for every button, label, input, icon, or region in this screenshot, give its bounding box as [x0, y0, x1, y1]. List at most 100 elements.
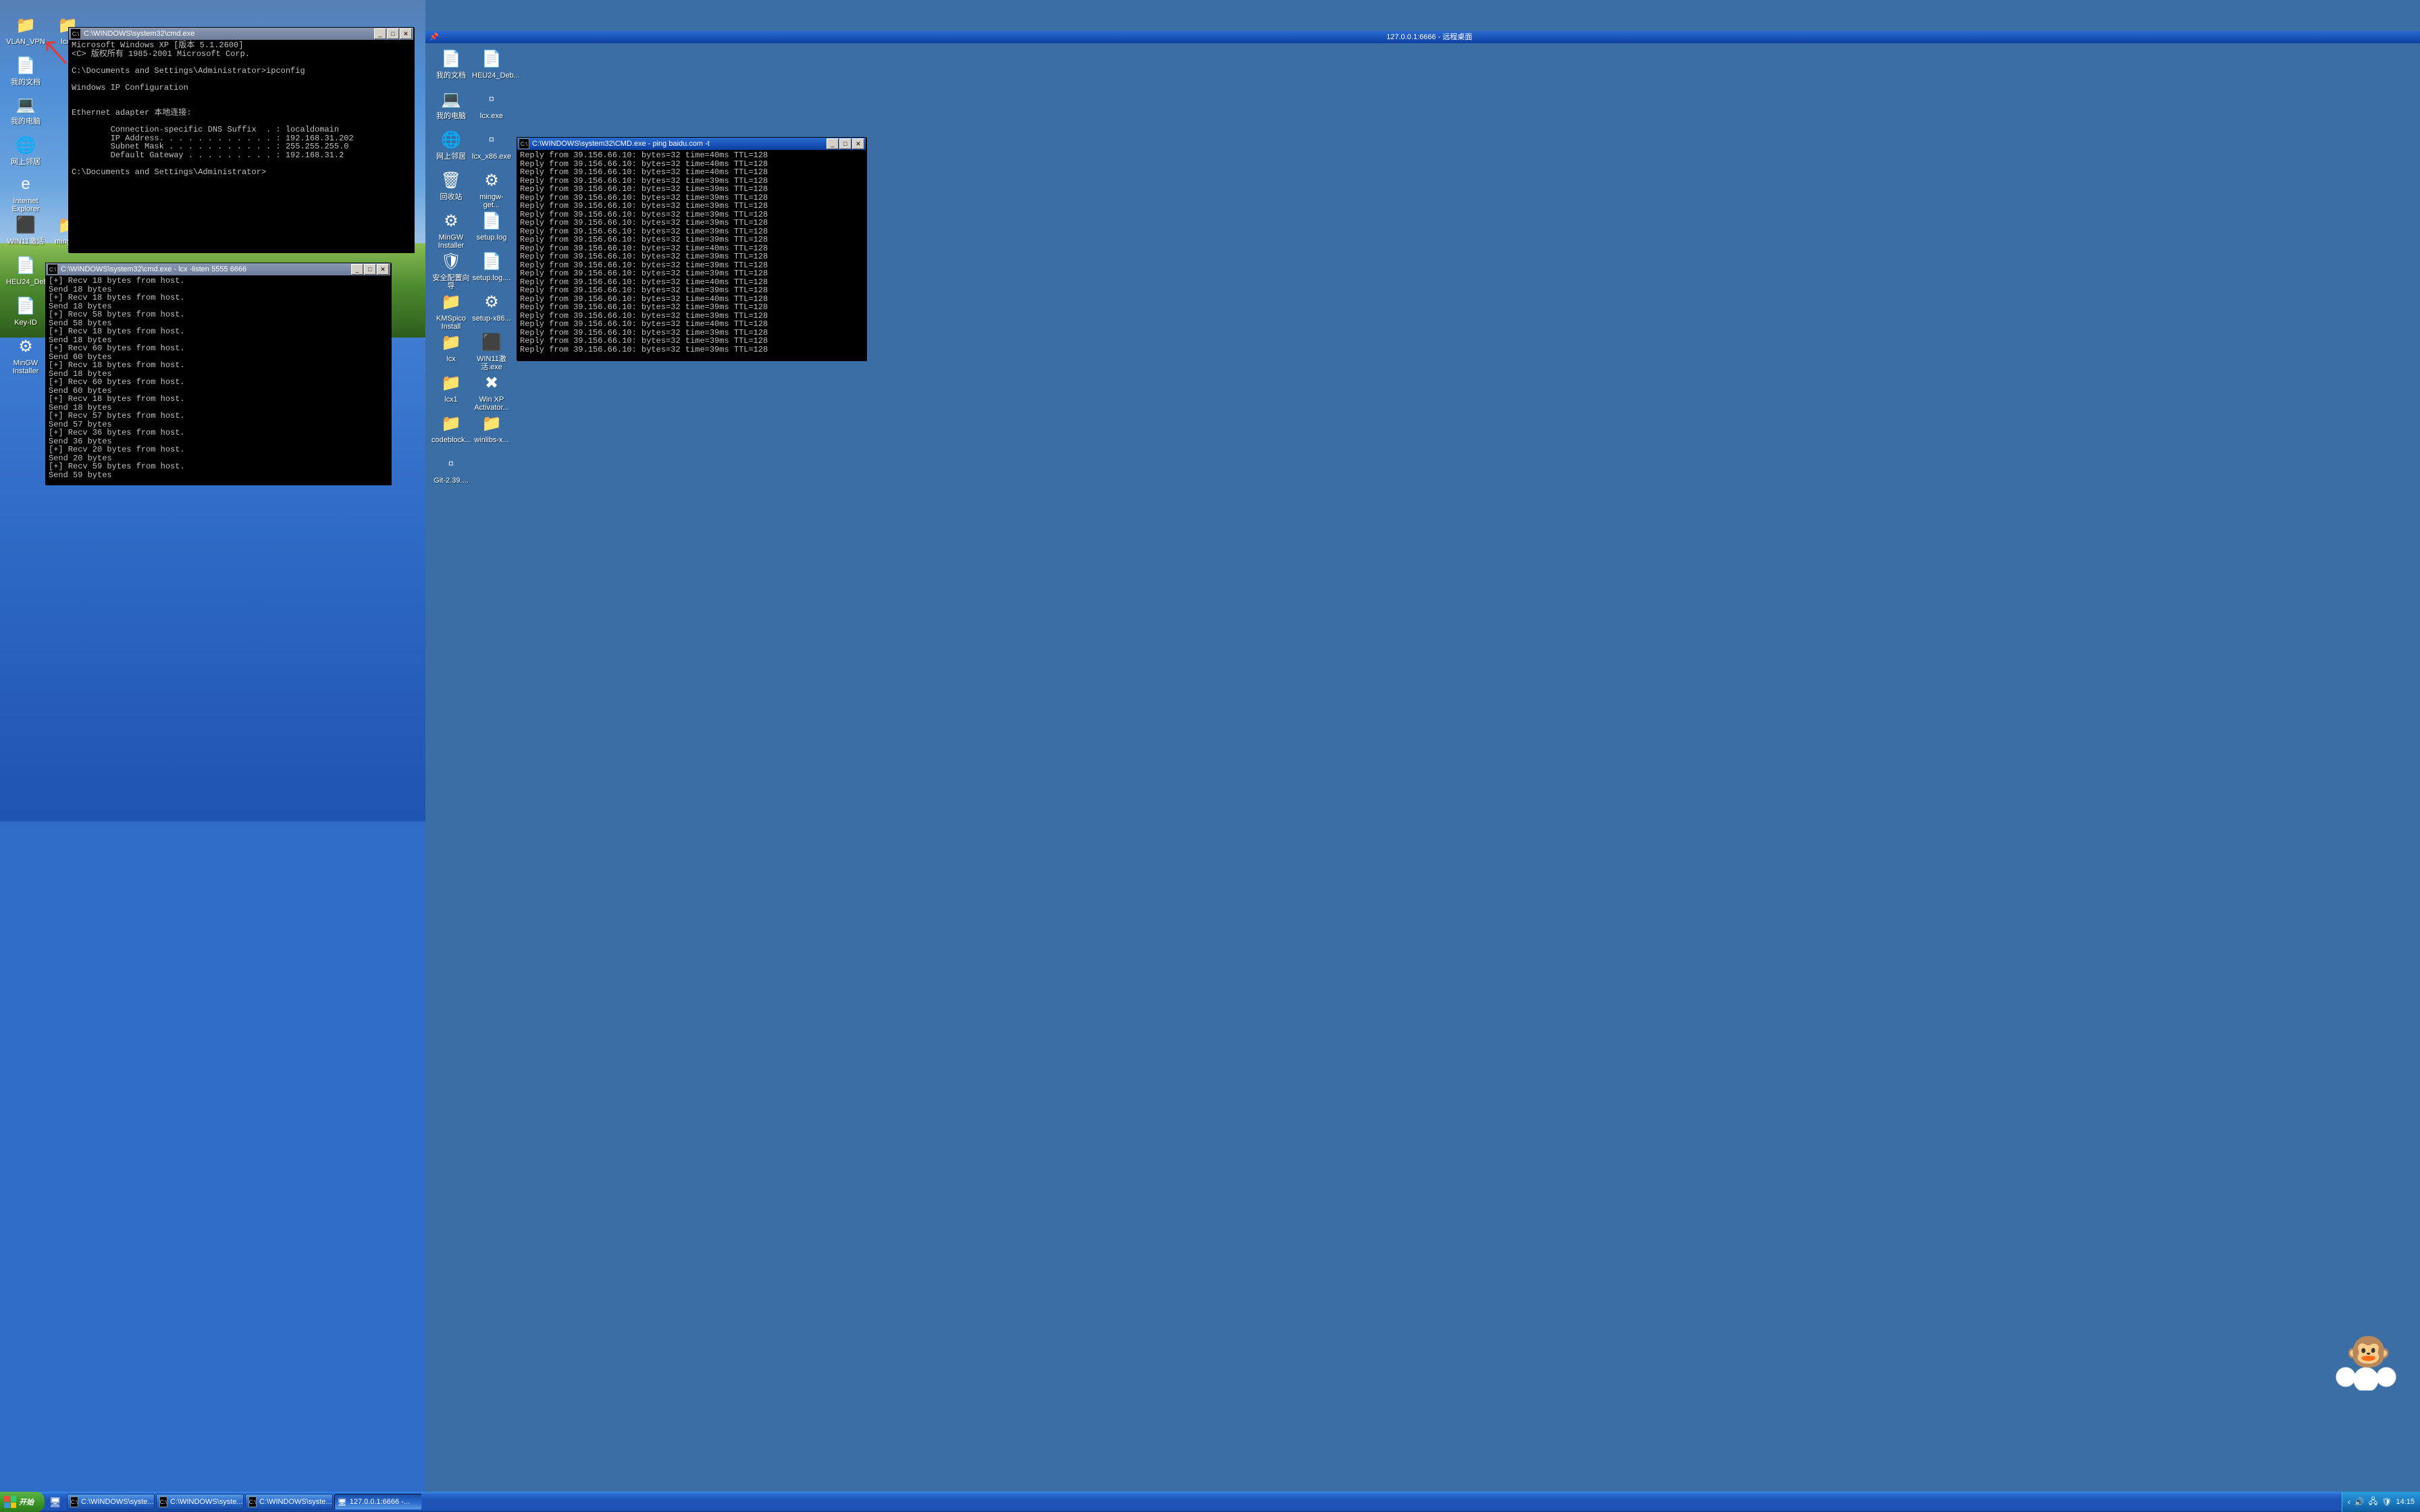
desktop-icon--[interactable]: 💻我的电脑 [5, 93, 46, 126]
taskbar-button[interactable]: C:\C:\WINDOWS\syste... [67, 1494, 155, 1510]
icon-glyph: ⚙ [480, 290, 503, 313]
rdp-icon-lcx-exe[interactable]: ▫lcx.exe [471, 88, 512, 120]
ql-icon[interactable]: 🖥 [49, 1496, 61, 1508]
taskbar-label: C:\WINDOWS\syste... [259, 1498, 332, 1506]
rdp-icon-setup-log-[interactable]: 📄setup.log.... [471, 250, 512, 282]
icon-glyph: 📄 [480, 47, 503, 70]
minimize-button[interactable]: _ [374, 28, 386, 39]
maximize-button[interactable]: □ [839, 138, 851, 149]
tray-shield-icon[interactable]: 🛡 [2382, 1497, 2392, 1507]
taskbar-button[interactable]: C:\C:\WINDOWS\syste... [156, 1494, 244, 1510]
taskbar-label: C:\WINDOWS\syste... [170, 1498, 243, 1506]
icon-glyph: 📁 [480, 412, 503, 435]
cmd3-titlebar[interactable]: C:\ C:\WINDOWS\system32\CMD.exe - ping b… [517, 138, 866, 150]
icon-label: lcx_x86.exe [471, 153, 512, 161]
rdp-icon-setup-log[interactable]: 📄setup.log [471, 209, 512, 242]
icon-label: Git-2.39.... [431, 477, 471, 485]
icon-label: 我的文档 [5, 78, 46, 86]
minimize-button[interactable]: _ [826, 138, 839, 149]
rdp-icon--[interactable]: 🗑回收站 [431, 169, 471, 201]
cmd3-title: C:\WINDOWS\system32\CMD.exe - ping baidu… [532, 140, 826, 148]
rdp-icon-lcx[interactable]: 📁lcx [431, 331, 471, 363]
icon-glyph: 🌐 [440, 128, 463, 151]
icon-glyph: ✖ [480, 371, 503, 394]
icon-glyph: 📄 [14, 54, 37, 77]
rdp-icon-WIN11-exe[interactable]: ⬛WIN11激活.exe [471, 331, 512, 371]
start-button[interactable]: 开始 [0, 1492, 45, 1512]
taskbar-button[interactable]: C:\C:\WINDOWS\syste... [245, 1494, 333, 1510]
icon-label: 网上邻居 [5, 158, 46, 166]
rdp-icon-KMSpico-Install[interactable]: 📁 KMSpico Install [431, 290, 471, 331]
desktop-icon--[interactable]: 📄我的文档 [5, 54, 46, 86]
icon-glyph: ⬛ [14, 213, 37, 236]
desktop-icon-HEU24_Debug[interactable]: 📄HEU24_Debug [5, 254, 46, 286]
rdp-icon-winlibs-x-[interactable]: 📁winlibs-x... [471, 412, 512, 444]
desktop-icon--[interactable]: 🌐网上邻居 [5, 134, 46, 166]
close-button[interactable]: ✕ [852, 138, 864, 149]
icon-glyph: 📁 [440, 371, 463, 394]
rdp-titlebar[interactable]: 📌 127.0.0.1:6666 - 远程桌面 [425, 31, 2420, 43]
rdp-icon-lcx1[interactable]: 📁 lcx1 [431, 371, 471, 404]
rdp-icon-Git-2-39-[interactable]: ▫Git-2.39.... [431, 452, 471, 485]
desktop-icon-Key-ID[interactable]: 📄Key-ID [5, 294, 46, 327]
rdp-icon-setup-x86-[interactable]: ⚙setup-x86... [471, 290, 512, 323]
maximize-button[interactable]: □ [387, 28, 399, 39]
taskbar-button[interactable]: 🖥127.0.0.1:6666 -... [334, 1494, 422, 1510]
rdp-icon-HEU24_Deb-[interactable]: 📄HEU24_Deb... [471, 47, 512, 80]
cmd1-titlebar[interactable]: C:\ C:\WINDOWS\system32\cmd.exe _ □ ✕ [69, 28, 413, 40]
icon-label: setup.log.... [471, 274, 512, 282]
quick-launch: 🖥 [45, 1492, 66, 1512]
icon-glyph: 💻 [440, 88, 463, 111]
rdp-icon-Win-XP-Activator-[interactable]: ✖Win XP Activator... [471, 371, 512, 412]
icon-glyph: ⬛ [480, 331, 503, 354]
cmd-window-ipconfig[interactable]: C:\ C:\WINDOWS\system32\cmd.exe _ □ ✕ Mi… [68, 27, 414, 252]
icon-label: mingw-get... [471, 193, 512, 209]
cmd2-titlebar[interactable]: C:\ C:\WINDOWS\system32\cmd.exe - lcx -l… [46, 263, 390, 275]
desktop-icon-MinGW-Installer[interactable]: ⚙MinGW Installer [5, 335, 46, 375]
minimize-button[interactable]: _ [351, 264, 363, 275]
rdp-icon-mingw-get-[interactable]: ⚙mingw-get... [471, 169, 512, 209]
tray-hide-icon[interactable]: ‹ [2348, 1497, 2350, 1507]
rdp-icon--[interactable]: 🛡安全配置向导 [431, 250, 471, 290]
icon-label: WIN11激活 [5, 238, 46, 246]
tray-clock[interactable]: 14:15 [2396, 1498, 2415, 1506]
cmd-window-lcx[interactable]: C:\ C:\WINDOWS\system32\cmd.exe - lcx -l… [45, 263, 391, 485]
icon-glyph: ⚙ [14, 335, 37, 358]
rdp-icon-lcx_x86-exe[interactable]: ▫ lcx_x86.exe [471, 128, 512, 161]
mascot-monkey[interactable]: 🐵 [2332, 1310, 2400, 1390]
cmd-icon: C:\ [248, 1496, 257, 1507]
close-button[interactable]: ✕ [377, 264, 389, 275]
tray-volume-icon[interactable]: 🔊 [2355, 1497, 2365, 1507]
rdp-icon: 🖥 [338, 1498, 347, 1507]
rdp-icon--[interactable]: 💻我的电脑 [431, 88, 471, 120]
rdp-pin-icon[interactable]: 📌 [429, 31, 439, 43]
icon-glyph: ⚙ [480, 169, 503, 192]
icon-label: Internet Explorer [5, 197, 46, 213]
desktop-icon-WIN11-[interactable]: ⬛ WIN11激活 [5, 213, 46, 246]
tray-network-icon[interactable]: 🖧 [2369, 1495, 2377, 1509]
icon-glyph: 📁 [440, 290, 463, 313]
cmd-icon: C:\ [519, 138, 529, 149]
icon-glyph: ⚙ [440, 209, 463, 232]
rdp-icon--[interactable]: 🌐网上邻居 [431, 128, 471, 161]
cmd-window-ping[interactable]: C:\ C:\WINDOWS\system32\CMD.exe - ping b… [517, 137, 866, 360]
icon-glyph: 📄 [14, 294, 37, 317]
icon-glyph: 📄 [440, 47, 463, 70]
maximize-button[interactable]: □ [364, 264, 376, 275]
rdp-icon-MinGW-Installer[interactable]: ⚙MinGW Installer [431, 209, 471, 250]
icon-label: lcx1 [431, 396, 471, 404]
icon-label: KMSpico Install [431, 315, 471, 331]
rdp-icon-codeblock-[interactable]: 📁codeblock... [431, 412, 471, 444]
icon-label: setup.log [471, 234, 512, 242]
icon-label: 我的文档 [431, 72, 471, 80]
rdp-icon--[interactable]: 📄 我的文档 [431, 47, 471, 80]
desktop-icon-Internet-Explorer[interactable]: eInternet Explorer [5, 173, 46, 213]
cmd2-title: C:\WINDOWS\system32\cmd.exe - lcx -liste… [61, 265, 351, 273]
icon-label: 我的电脑 [5, 117, 46, 126]
icon-glyph: 🛡 [440, 250, 463, 273]
icon-glyph: ▫ [480, 128, 503, 151]
cmd-icon: C:\ [47, 264, 58, 275]
icon-label: 回收站 [431, 193, 471, 201]
desktop-icon-VLAN_VPN[interactable]: 📁VLAN_VPN [5, 14, 46, 46]
close-button[interactable]: ✕ [400, 28, 412, 39]
